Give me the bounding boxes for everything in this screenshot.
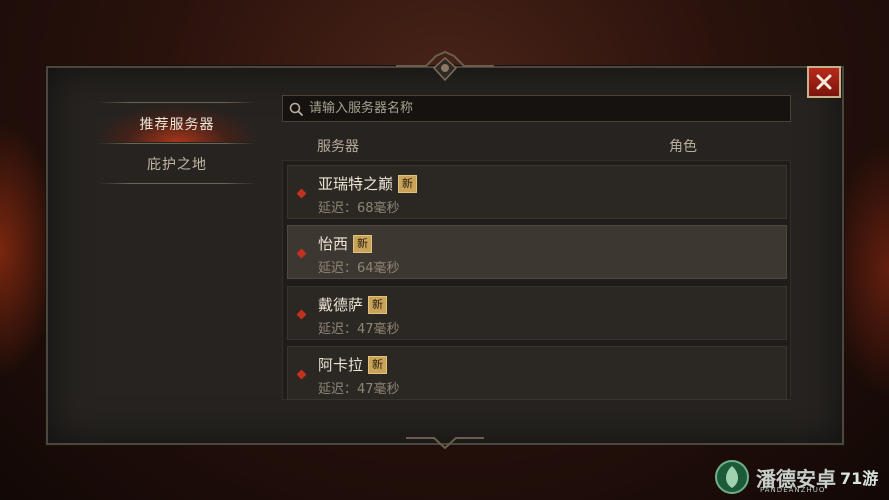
diamond-icon xyxy=(296,309,307,320)
server-latency: 延迟：47毫秒 xyxy=(318,382,400,397)
leaf-logo-icon xyxy=(715,460,749,494)
server-row[interactable]: 戴德萨 新 延迟：47毫秒 xyxy=(287,286,787,340)
sidebar-divider-bottom xyxy=(98,183,256,184)
panel-top-ornament xyxy=(396,50,494,82)
diamond-icon xyxy=(296,369,307,380)
sidebar-item-recommended-servers[interactable]: 推荐服务器 xyxy=(98,106,256,142)
sidebar-divider-middle xyxy=(98,143,256,144)
server-latency: 延迟：68毫秒 xyxy=(318,201,400,216)
sidebar-divider-top xyxy=(98,102,256,103)
server-name-wrap: 阿卡拉 新 xyxy=(318,354,388,375)
sidebar-item-label: 庇护之地 xyxy=(147,157,207,173)
server-row-selected[interactable]: 怡西 新 延迟：64毫秒 xyxy=(287,225,787,279)
server-row[interactable]: 阿卡拉 新 延迟：47毫秒 xyxy=(287,346,787,400)
column-header-role: 角色 xyxy=(669,139,697,155)
panel-bottom-ornament xyxy=(406,437,484,450)
diamond-icon xyxy=(296,188,307,199)
server-latency: 延迟：64毫秒 xyxy=(318,261,400,276)
new-badge: 新 xyxy=(398,174,418,193)
server-name: 阿卡拉 xyxy=(318,356,364,374)
new-badge: 新 xyxy=(368,355,388,374)
new-badge: 新 xyxy=(368,295,388,314)
server-name-wrap: 怡西 新 xyxy=(318,233,373,254)
watermark-subtext: PANDEANZHUO xyxy=(760,486,826,494)
watermark: 潘德安卓 71游 PANDEANZHUO xyxy=(714,456,884,498)
server-name: 亚瑞特之巅 xyxy=(318,175,394,193)
search-icon xyxy=(289,102,303,116)
server-name: 怡西 xyxy=(318,235,349,253)
sidebar-item-sanctuary[interactable]: 庇护之地 xyxy=(98,146,256,182)
server-latency: 延迟：47毫秒 xyxy=(318,322,400,337)
watermark-brand: 71游 xyxy=(840,469,879,488)
sidebar-item-label: 推荐服务器 xyxy=(139,117,215,133)
diamond-icon xyxy=(296,248,307,259)
server-name-wrap: 亚瑞特之巅 新 xyxy=(318,173,418,194)
close-icon xyxy=(816,74,832,90)
search-input[interactable] xyxy=(303,100,790,117)
column-header-server: 服务器 xyxy=(317,139,359,155)
server-name: 戴德萨 xyxy=(318,296,364,314)
server-name-wrap: 戴德萨 新 xyxy=(318,294,388,315)
close-button[interactable] xyxy=(807,66,841,98)
search-box[interactable] xyxy=(282,95,791,122)
server-row[interactable]: 亚瑞特之巅 新 延迟：68毫秒 xyxy=(287,165,787,219)
new-badge: 新 xyxy=(353,234,373,253)
